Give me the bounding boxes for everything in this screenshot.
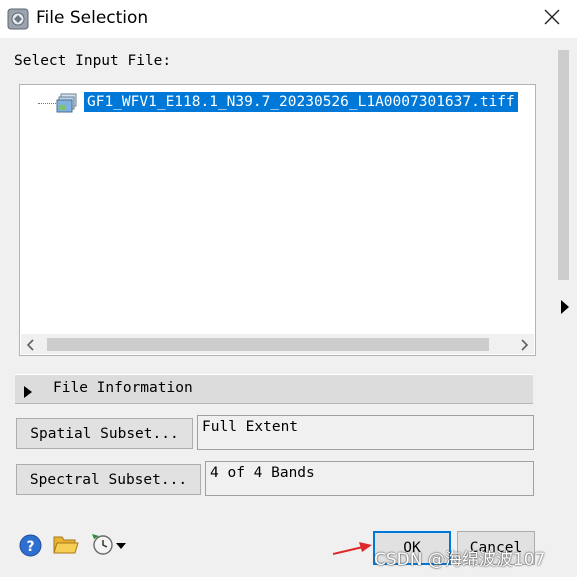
select-input-label: Select Input File: — [14, 53, 172, 69]
vertical-scroll-thumb[interactable] — [558, 50, 569, 280]
raster-file-icon — [56, 93, 78, 113]
expand-right-icon[interactable] — [561, 299, 569, 314]
expand-triangle-icon — [24, 383, 32, 398]
horizontal-scroll-thumb[interactable] — [47, 338, 489, 351]
title-bar: File Selection — [0, 0, 577, 38]
spatial-subset-value: Full Extent — [197, 415, 534, 450]
tree-connector — [38, 103, 58, 104]
window-title: File Selection — [36, 8, 149, 28]
watermark-text: CSDN @海绵波波107 — [374, 550, 546, 570]
svg-text:?: ? — [26, 539, 34, 555]
input-file-tree[interactable]: GF1_WFV1_E118.1_N39.7_20230526_L1A000730… — [19, 84, 536, 356]
close-button[interactable] — [532, 0, 572, 38]
spectral-subset-value: 4 of 4 Bands — [205, 461, 534, 496]
horizontal-scrollbar[interactable] — [21, 334, 534, 354]
spectral-subset-button[interactable]: Spectral Subset... — [16, 464, 201, 495]
file-information-section[interactable]: File Information — [15, 374, 533, 404]
scroll-left-icon[interactable] — [25, 337, 37, 351]
options-icon[interactable] — [90, 532, 128, 560]
spatial-subset-button[interactable]: Spatial Subset... — [16, 418, 193, 449]
pointer-arrow-icon — [332, 541, 375, 560]
scroll-right-icon[interactable] — [518, 337, 530, 351]
file-selection-dialog: File Selection Select Input File: GF1_WF… — [0, 0, 577, 577]
app-icon — [7, 8, 29, 30]
vertical-scrollbar[interactable] — [558, 40, 569, 516]
file-information-label: File Information — [53, 380, 193, 396]
close-icon — [544, 9, 560, 29]
tree-item-file[interactable]: GF1_WFV1_E118.1_N39.7_20230526_L1A000730… — [84, 92, 518, 112]
help-icon[interactable]: ? — [19, 534, 42, 561]
open-folder-icon[interactable] — [53, 533, 79, 559]
